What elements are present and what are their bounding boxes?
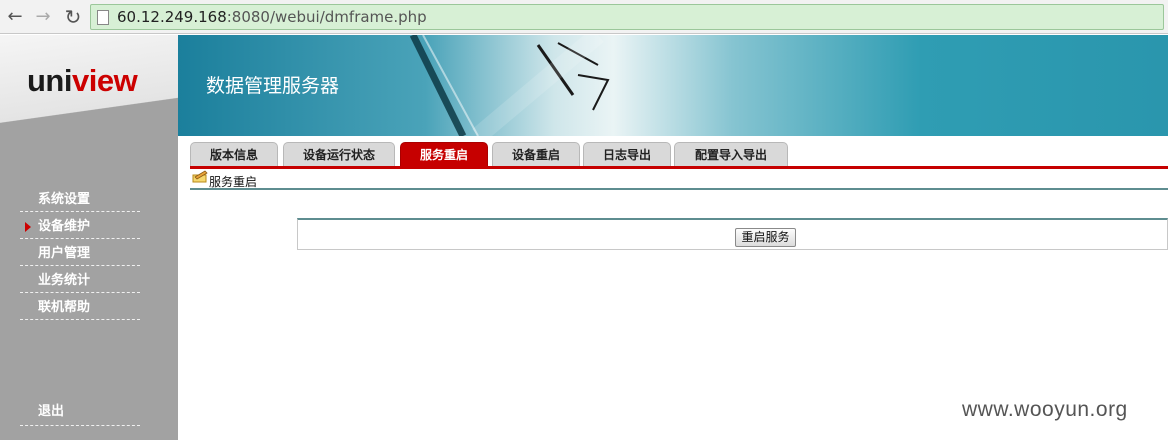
pencil-icon: [192, 170, 208, 183]
sidebar-item-exit[interactable]: 退出: [20, 400, 140, 426]
section-divider: [190, 188, 1168, 190]
restart-panel: [297, 218, 1168, 250]
left-panel: uniview 系统设置 设备维护 用户管理 业务统计 联机帮助 退出: [0, 35, 178, 440]
logo-part-2: view: [72, 63, 138, 98]
tab-service-restart[interactable]: 服务重启: [400, 142, 488, 166]
address-bar[interactable]: 60.12.249.168:8080/webui/dmframe.php: [90, 4, 1164, 30]
tab-device-restart[interactable]: 设备重启: [492, 142, 580, 166]
restart-service-button[interactable]: 重启服务: [735, 228, 796, 247]
sidebar-menu: 系统设置 设备维护 用户管理 业务统计 联机帮助: [20, 185, 140, 320]
forward-arrow-icon[interactable]: →: [32, 6, 54, 28]
sidebar-item-label: 设备维护: [38, 219, 91, 234]
url-path: :8080/webui/dmframe.php: [226, 8, 427, 26]
sidebar-item-device-maintenance[interactable]: 设备维护: [20, 212, 140, 239]
back-arrow-icon[interactable]: ←: [4, 6, 26, 28]
tab-version-info[interactable]: 版本信息: [190, 142, 278, 166]
watermark: www.wooyun.org: [962, 398, 1128, 421]
tab-config-import-export[interactable]: 配置导入导出: [674, 142, 788, 166]
sidebar-item-label: 系统设置: [38, 192, 91, 207]
page-title: 数据管理服务器: [206, 75, 340, 97]
logo-area: uniview: [0, 35, 178, 135]
page-icon: [97, 10, 109, 25]
tab-log-export[interactable]: 日志导出: [583, 142, 671, 166]
sidebar-item-label: 业务统计: [38, 273, 91, 288]
sidebar-item-user-management[interactable]: 用户管理: [20, 239, 140, 266]
reload-icon[interactable]: ↻: [62, 6, 84, 28]
sidebar-item-business-statistics[interactable]: 业务统计: [20, 266, 140, 293]
active-arrow-icon: [25, 222, 31, 232]
tab-underline: [190, 166, 1168, 169]
logo-part-1: uni: [27, 63, 73, 98]
browser-toolbar: ← → ↻ 60.12.249.168:8080/webui/dmframe.p…: [0, 0, 1168, 34]
header-banner: 数据管理服务器: [178, 35, 1168, 136]
url-text: 60.12.249.168:8080/webui/dmframe.php: [117, 8, 427, 26]
sidebar-item-system-settings[interactable]: 系统设置: [20, 185, 140, 212]
sidebar-item-label: 用户管理: [38, 246, 91, 261]
uniview-logo: uniview: [27, 63, 138, 99]
url-host: 60.12.249.168: [117, 8, 227, 26]
tab-device-status[interactable]: 设备运行状态: [283, 142, 395, 166]
sidebar-item-label: 联机帮助: [38, 300, 91, 315]
sidebar-item-online-help[interactable]: 联机帮助: [20, 293, 140, 320]
